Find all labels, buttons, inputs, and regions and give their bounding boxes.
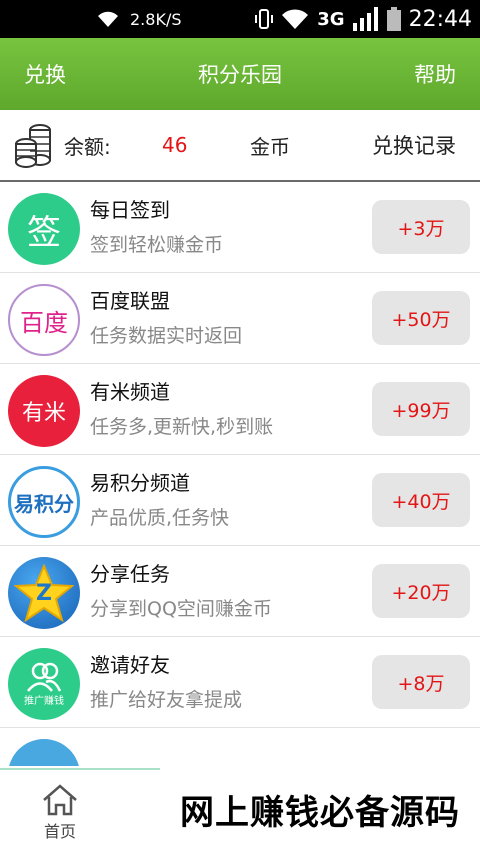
reward-button[interactable]: +99万 bbox=[372, 382, 470, 436]
wifi-signal-icon bbox=[282, 9, 309, 29]
task-title: 每日签到 bbox=[90, 198, 170, 222]
nav-home[interactable]: 首页 bbox=[30, 784, 90, 842]
task-title: 有米频道 bbox=[90, 380, 170, 404]
task-item-baidu[interactable]: 百度 百度联盟 任务数据实时返回 +50万 bbox=[0, 273, 480, 364]
task-item-youmi[interactable]: 有米 有米频道 任务多,更新快,秒到账 +99万 bbox=[0, 364, 480, 455]
reward-button[interactable]: +8万 bbox=[372, 655, 470, 709]
yijifen-icon: 易积分 bbox=[8, 466, 80, 538]
nav-home-label: 首页 bbox=[43, 822, 76, 841]
task-item-invite[interactable]: 推广赚钱 邀请好友 推广给好友拿提成 +8万 bbox=[0, 637, 480, 728]
reward-button[interactable]: +3万 bbox=[372, 200, 470, 254]
coins-icon bbox=[15, 124, 51, 168]
bottom-nav: 首页 网上赚钱必备源码 bbox=[0, 762, 480, 856]
page-title: 积分乐园 bbox=[198, 63, 282, 87]
task-list: 签 每日签到 签到轻松赚金币 +3万 百度 百度联盟 任务数据实时返回 +50万… bbox=[0, 182, 480, 766]
task-subtitle: 推广给好友拿提成 bbox=[90, 689, 243, 711]
task-title: 分享任务 bbox=[90, 562, 170, 586]
clock: 22:44 bbox=[408, 6, 472, 32]
task-subtitle: 任务多,更新快,秒到账 bbox=[90, 416, 274, 438]
task-title: 易积分频道 bbox=[90, 471, 190, 495]
task-subtitle: 分享到QQ空间赚金币 bbox=[90, 598, 272, 620]
sign-in-icon: 签 bbox=[8, 193, 80, 265]
baidu-icon: 百度 bbox=[8, 284, 80, 356]
balance-bar: 余额: 46 金币 兑换记录 bbox=[0, 110, 480, 182]
exchange-record-link[interactable]: 兑换记录 bbox=[372, 130, 456, 160]
status-bar: 2.8K/S 3G 22:44 bbox=[0, 0, 480, 38]
app-bar: 积分乐园 兑换 帮助 bbox=[0, 38, 480, 110]
wifi-icon bbox=[98, 11, 118, 27]
exchange-button[interactable]: 兑换 bbox=[24, 59, 66, 89]
help-button[interactable]: 帮助 bbox=[414, 59, 456, 89]
battery-icon bbox=[386, 7, 401, 31]
task-subtitle: 任务数据实时返回 bbox=[90, 325, 243, 347]
reward-button[interactable]: +40万 bbox=[372, 473, 470, 527]
task-item-sign-in[interactable]: 签 每日签到 签到轻松赚金币 +3万 bbox=[0, 182, 480, 273]
watermark-text: 网上赚钱必备源码 bbox=[160, 762, 480, 856]
signal-bars-icon bbox=[352, 7, 378, 31]
task-subtitle: 签到轻松赚金币 bbox=[90, 234, 224, 256]
task-title: 百度联盟 bbox=[90, 289, 170, 313]
reward-button[interactable]: +20万 bbox=[372, 564, 470, 618]
task-item-yijifen[interactable]: 易积分 易积分频道 产品优质,任务快 +40万 bbox=[0, 455, 480, 546]
home-icon bbox=[43, 784, 77, 816]
vibrate-icon bbox=[255, 9, 274, 29]
task-title: 邀请好友 bbox=[90, 653, 170, 677]
balance-unit: 金币 bbox=[250, 134, 290, 159]
qzone-star-icon: Z bbox=[8, 557, 80, 629]
network-speed: 2.8K/S bbox=[130, 9, 182, 29]
network-type: 3G bbox=[317, 8, 345, 30]
task-item-partial bbox=[0, 728, 480, 766]
task-subtitle: 产品优质,任务快 bbox=[90, 507, 230, 529]
youmi-icon: 有米 bbox=[8, 375, 80, 447]
balance-label: 余额: bbox=[64, 134, 111, 159]
partial-task-icon bbox=[8, 739, 80, 766]
reward-button[interactable]: +50万 bbox=[372, 291, 470, 345]
invite-friends-icon: 推广赚钱 bbox=[8, 648, 80, 720]
balance-value: 46 bbox=[162, 133, 188, 157]
task-item-share[interactable]: Z 分享任务 分享到QQ空间赚金币 +20万 bbox=[0, 546, 480, 637]
